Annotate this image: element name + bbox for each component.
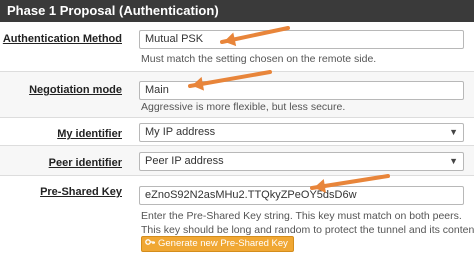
negotiation-mode-label: Negotiation mode [29, 84, 122, 96]
my-identifier-select[interactable]: My IP address ▼ [139, 123, 464, 142]
pre-shared-key-value: eZnoS92N2asMHu2.TTQkyZPeOY5dsD6w [145, 189, 357, 201]
caret-down-icon: ▼ [449, 156, 458, 166]
row-authentication-method: Authentication Method Mutual PSK Must ma… [0, 22, 474, 72]
authentication-method-label: Authentication Method [2, 33, 122, 45]
row-negotiation-mode: Negotiation mode Main Aggressive is more… [0, 72, 474, 118]
my-identifier-value: My IP address [145, 126, 216, 138]
peer-identifier-label: Peer identifier [48, 157, 122, 169]
negotiation-mode-select[interactable]: Main [139, 81, 464, 100]
negotiation-mode-help: Aggressive is more flexible, but less se… [141, 101, 346, 113]
key-icon [145, 239, 155, 245]
row-my-identifier: My identifier My IP address ▼ [0, 118, 474, 146]
generate-psk-button[interactable]: Generate new Pre-Shared Key [141, 236, 294, 252]
pre-shared-key-input[interactable]: eZnoS92N2asMHu2.TTQkyZPeOY5dsD6w [139, 186, 464, 205]
my-identifier-label: My identifier [57, 128, 122, 140]
generate-psk-button-label: Generate new Pre-Shared Key [158, 238, 288, 249]
peer-identifier-select[interactable]: Peer IP address ▼ [139, 152, 464, 171]
authentication-method-help: Must match the setting chosen on the rem… [141, 53, 377, 65]
pre-shared-key-label: Pre-Shared Key [40, 186, 122, 198]
caret-down-icon: ▼ [449, 127, 458, 137]
pre-shared-key-help-1: Enter the Pre-Shared Key string. This ke… [141, 210, 462, 222]
peer-identifier-value: Peer IP address [145, 155, 224, 167]
authentication-method-value: Mutual PSK [145, 33, 204, 45]
row-peer-identifier: Peer identifier Peer IP address ▼ [0, 146, 474, 176]
pre-shared-key-help-2: This key should be long and random to pr… [141, 224, 474, 236]
authentication-method-select[interactable]: Mutual PSK [139, 30, 464, 49]
negotiation-mode-value: Main [145, 84, 169, 96]
panel-title: Phase 1 Proposal (Authentication) [0, 0, 474, 22]
